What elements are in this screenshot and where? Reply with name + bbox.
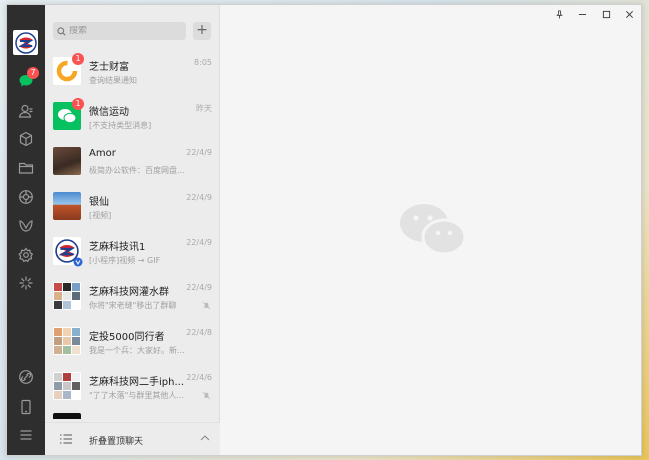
wechat-logo-icon — [58, 109, 77, 124]
chat-preview: [小程序]视频 → GIF — [89, 256, 161, 265]
wechat-watermark-icon — [400, 204, 467, 256]
group-avatar — [53, 327, 81, 355]
chat-item[interactable]: 定投5000同行者 22/4/8 我是一个兵：大家好。新... — [45, 319, 220, 364]
chat-name: 芝麻科技网灌水群 — [89, 287, 169, 298]
chat-name: 微信运动 — [89, 107, 129, 118]
nav-rail: 7 — [7, 5, 45, 455]
folder-icon[interactable] — [16, 158, 36, 178]
chat-preview: 极简办公软件：百度网盘... — [89, 166, 185, 175]
group-avatar — [53, 282, 81, 310]
list-icon — [60, 434, 72, 444]
link-icon[interactable] — [16, 367, 36, 387]
chat-name: 银仙 — [89, 197, 109, 208]
pin-icon — [555, 9, 563, 19]
chat-name: 芝士财富 — [89, 62, 129, 73]
chat-avatar — [53, 413, 81, 419]
chat-name: 芝麻科技网二手iph... — [89, 377, 184, 388]
chat-avatar — [53, 147, 81, 175]
chat-item[interactable]: 银仙 22/4/9 [视频] — [45, 184, 220, 229]
menu-icon[interactable] — [16, 425, 36, 445]
chat-name: 芝麻科技讯1 — [89, 242, 146, 253]
chat-avatar — [53, 192, 81, 220]
chevron-up-icon[interactable] — [200, 434, 210, 442]
close-button[interactable] — [620, 7, 638, 21]
favorites-icon[interactable] — [16, 129, 36, 149]
chat-time: 22/4/6 — [186, 373, 212, 382]
chat-time: 22/4/9 — [186, 283, 212, 292]
chat-item[interactable]: 芝麻科技网灌水群 22/4/9 你将"宋老缝"移出了群聊 — [45, 274, 220, 319]
unread-badge: 1 — [72, 98, 84, 110]
search-box[interactable] — [53, 22, 186, 40]
chat-name: 定投5000同行者 — [89, 332, 165, 343]
collapse-pinned-label: 折叠置顶聊天 — [89, 437, 144, 447]
chat-preview: "了了木落"与群里其他人... — [89, 391, 184, 400]
maximize-button[interactable] — [597, 7, 615, 21]
search-input[interactable] — [69, 26, 179, 36]
collapse-pinned-bar[interactable]: 折叠置顶聊天 — [45, 422, 220, 455]
chat-name: Amor — [89, 148, 116, 159]
chat-time: 22/4/9 — [186, 238, 212, 247]
chat-list-panel: + 1 芝士财富 8:05 查询结果通知 1 微信运动 昨天 [不支持类型 — [45, 5, 220, 455]
chat-item[interactable]: 芝麻科技网二手iph... 22/4/6 "了了木落"与群里其他人... — [45, 364, 220, 409]
chat-time: 22/4/8 — [186, 328, 212, 337]
chat-list: 1 芝士财富 8:05 查询结果通知 1 微信运动 昨天 [不支持类型消息] A… — [45, 49, 220, 419]
mute-icon — [202, 391, 211, 400]
chat-unread-badge: 7 — [27, 67, 39, 79]
pin-window-button[interactable] — [550, 7, 568, 21]
mute-icon — [202, 301, 211, 310]
close-icon — [625, 10, 633, 18]
minimize-icon — [578, 13, 586, 15]
unread-badge: 1 — [72, 53, 84, 65]
channels-icon[interactable] — [16, 216, 36, 236]
chat-preview: [不支持类型消息] — [89, 121, 152, 130]
add-button[interactable]: + — [193, 22, 211, 40]
chat-item[interactable]: 芝麻科技讯1 22/4/9 [小程序]视频 → GIF — [45, 229, 220, 274]
phone-icon[interactable] — [16, 397, 36, 417]
moments-icon[interactable] — [16, 187, 36, 207]
search-icon — [57, 26, 66, 36]
chat-time: 昨天 — [196, 104, 212, 113]
contacts-icon[interactable] — [16, 101, 36, 121]
chat-preview: [视频] — [89, 211, 112, 220]
discover-icon[interactable] — [16, 273, 36, 293]
chat-item[interactable]: 1 微信运动 昨天 [不支持类型消息] — [45, 94, 220, 139]
zhima-logo-icon — [14, 31, 37, 54]
group-avatar — [53, 372, 81, 400]
chat-time: 22/4/9 — [186, 148, 212, 157]
chat-item[interactable]: Amor 22/4/9 极简办公软件：百度网盘... — [45, 139, 220, 184]
minimize-button[interactable] — [573, 7, 591, 21]
chat-item[interactable] — [45, 409, 220, 419]
maximize-icon — [602, 10, 610, 18]
chat-preview: 你将"宋老缝"移出了群聊 — [89, 301, 177, 310]
chat-time: 8:05 — [194, 58, 212, 67]
wechat-window: 7 搜索 + 1 芝士财富 8:05 查询结果通知 1 微信运动 昨天 [不支持… — [6, 4, 642, 456]
chat-icon[interactable]: 7 — [16, 67, 39, 91]
chat-content-area — [220, 5, 641, 455]
user-avatar[interactable] — [13, 30, 38, 55]
chat-preview: 查询结果通知 — [89, 76, 137, 85]
chat-time: 22/4/9 — [186, 193, 212, 202]
chat-item[interactable]: 1 芝士财富 8:05 查询结果通知 — [45, 49, 220, 94]
verified-icon — [73, 257, 83, 267]
chat-preview: 我是一个兵：大家好。新... — [89, 346, 185, 355]
mini-program-icon[interactable] — [16, 245, 36, 265]
